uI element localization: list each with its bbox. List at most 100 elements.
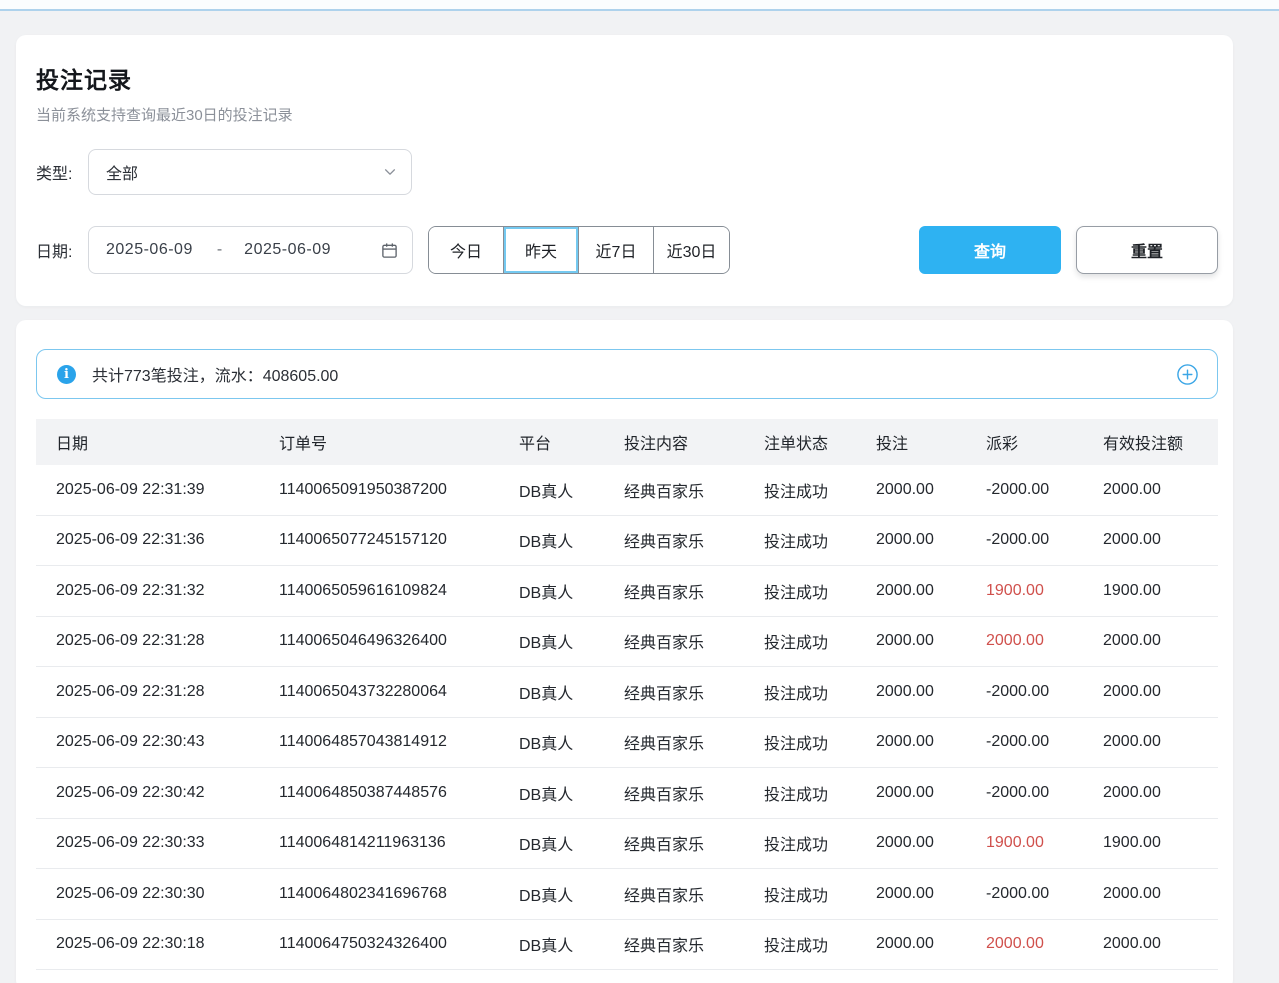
cell-order-id: 1140065059616109824: [259, 582, 499, 600]
cell-payout: -2000.00: [966, 885, 1083, 903]
table-body: 2025-06-09 22:31:391140065091950387200DB…: [36, 465, 1218, 970]
table-header-row: 日期订单号平台投注内容注单状态投注派彩有效投注额: [36, 419, 1218, 465]
cell-bet-amount: 2000.00: [856, 481, 966, 499]
type-filter-row: 类型: 全部: [36, 149, 1218, 195]
quick-range-today-button[interactable]: 今日: [429, 227, 504, 273]
column-header: 有效投注额: [1083, 430, 1218, 454]
cell-date: 2025-06-09 22:30:18: [36, 935, 259, 953]
cell-order-id: 1140064750324326400: [259, 935, 499, 953]
betting-records-page: 投注记录 当前系统支持查询最近30日的投注记录 类型: 全部 日期: 2025-…: [0, 11, 1279, 983]
cell-platform: DB真人: [499, 629, 604, 653]
cell-date: 2025-06-09 22:31:28: [36, 683, 259, 701]
quick-range-yesterday-button[interactable]: 昨天: [504, 227, 579, 273]
cell-payout: -2000.00: [966, 733, 1083, 751]
cell-order-id: 1140064814211963136: [259, 834, 499, 852]
cell-bet-amount: 2000.00: [856, 784, 966, 802]
table-row: 2025-06-09 22:30:431140064857043814912DB…: [36, 718, 1218, 769]
cell-order-id: 1140065043732280064: [259, 683, 499, 701]
cell-date: 2025-06-09 22:30:43: [36, 733, 259, 751]
cell-bet-content: 经典百家乐: [604, 528, 744, 552]
cell-order-status: 投注成功: [744, 781, 856, 805]
filters-card: 投注记录 当前系统支持查询最近30日的投注记录 类型: 全部 日期: 2025-…: [16, 35, 1233, 306]
cell-valid-bet-amount: 2000.00: [1083, 683, 1218, 701]
cell-date: 2025-06-09 22:30:33: [36, 834, 259, 852]
table-row: 2025-06-09 22:31:321140065059616109824DB…: [36, 566, 1218, 617]
cell-date: 2025-06-09 22:31:32: [36, 582, 259, 600]
cell-platform: DB真人: [499, 579, 604, 603]
column-header: 注单状态: [744, 430, 856, 454]
cell-payout: -2000.00: [966, 481, 1083, 499]
expand-plus-icon[interactable]: [1176, 363, 1199, 386]
cell-bet-amount: 2000.00: [856, 582, 966, 600]
reset-button[interactable]: 重置: [1076, 226, 1218, 274]
cell-valid-bet-amount: 1900.00: [1083, 582, 1218, 600]
quick-range-7days-button[interactable]: 近7日: [579, 227, 654, 273]
table-row: 2025-06-09 22:31:361140065077245157120DB…: [36, 516, 1218, 567]
quick-range-group: 今日 昨天 近7日 近30日: [428, 226, 730, 274]
cell-payout: 2000.00: [966, 935, 1083, 953]
column-header: 投注: [856, 430, 966, 454]
cell-payout: -2000.00: [966, 683, 1083, 701]
cell-order-status: 投注成功: [744, 680, 856, 704]
cell-order-status: 投注成功: [744, 478, 856, 502]
records-card: i 共计773笔投注，流水：408605.00 日期订单号平台投注内容注单状态投…: [16, 320, 1233, 983]
cell-order-status: 投注成功: [744, 831, 856, 855]
cell-bet-content: 经典百家乐: [604, 831, 744, 855]
cell-payout: 1900.00: [966, 582, 1083, 600]
table-row: 2025-06-09 22:30:181140064750324326400DB…: [36, 920, 1218, 971]
cell-bet-content: 经典百家乐: [604, 781, 744, 805]
top-border-strip: [0, 0, 1279, 11]
cell-bet-content: 经典百家乐: [604, 932, 744, 956]
cell-bet-content: 经典百家乐: [604, 579, 744, 603]
cell-order-status: 投注成功: [744, 882, 856, 906]
cell-order-id: 1140065046496326400: [259, 632, 499, 650]
date-separator: -: [217, 241, 222, 259]
table-row: 2025-06-09 22:31:281140065046496326400DB…: [36, 617, 1218, 668]
info-icon: i: [57, 365, 76, 384]
cell-bet-amount: 2000.00: [856, 531, 966, 549]
cell-platform: DB真人: [499, 781, 604, 805]
summary-banner: i 共计773笔投注，流水：408605.00: [36, 349, 1218, 399]
table-row: 2025-06-09 22:30:331140064814211963136DB…: [36, 819, 1218, 870]
cell-bet-amount: 2000.00: [856, 935, 966, 953]
column-header: 派彩: [966, 430, 1083, 454]
cell-order-id: 1140064857043814912: [259, 733, 499, 751]
page-subtitle: 当前系统支持查询最近30日的投注记录: [36, 104, 1218, 125]
date-start-value[interactable]: 2025-06-09: [106, 241, 193, 259]
cell-order-id: 1140065091950387200: [259, 481, 499, 499]
cell-bet-content: 经典百家乐: [604, 730, 744, 754]
cell-order-id: 1140064850387448576: [259, 784, 499, 802]
table-row: 2025-06-09 22:30:301140064802341696768DB…: [36, 869, 1218, 920]
type-label: 类型:: [36, 160, 88, 184]
query-button[interactable]: 查询: [919, 226, 1061, 274]
chevron-down-icon: [383, 165, 397, 179]
cell-bet-amount: 2000.00: [856, 632, 966, 650]
cell-bet-amount: 2000.00: [856, 683, 966, 701]
cell-order-id: 1140065077245157120: [259, 531, 499, 549]
column-header: 平台: [499, 430, 604, 454]
cell-valid-bet-amount: 2000.00: [1083, 733, 1218, 751]
cell-platform: DB真人: [499, 680, 604, 704]
cell-valid-bet-amount: 1900.00: [1083, 834, 1218, 852]
cell-platform: DB真人: [499, 932, 604, 956]
cell-payout: -2000.00: [966, 784, 1083, 802]
quick-range-30days-button[interactable]: 近30日: [654, 227, 729, 273]
cell-valid-bet-amount: 2000.00: [1083, 632, 1218, 650]
cell-valid-bet-amount: 2000.00: [1083, 885, 1218, 903]
cell-bet-amount: 2000.00: [856, 733, 966, 751]
page-title: 投注记录: [36, 61, 1218, 95]
type-select[interactable]: 全部: [88, 149, 412, 195]
cell-valid-bet-amount: 2000.00: [1083, 784, 1218, 802]
date-filter-row: 日期: 2025-06-09 - 2025-06-09 今日 昨天 近7日 近3…: [36, 226, 1218, 274]
cell-platform: DB真人: [499, 478, 604, 502]
cell-order-status: 投注成功: [744, 730, 856, 754]
date-range-input[interactable]: 2025-06-09 - 2025-06-09: [88, 226, 413, 274]
date-end-value[interactable]: 2025-06-09: [244, 241, 331, 259]
cell-platform: DB真人: [499, 730, 604, 754]
cell-date: 2025-06-09 22:30:30: [36, 885, 259, 903]
cell-order-status: 投注成功: [744, 932, 856, 956]
cell-platform: DB真人: [499, 882, 604, 906]
cell-platform: DB真人: [499, 528, 604, 552]
column-header: 订单号: [259, 430, 499, 454]
cell-order-id: 1140064802341696768: [259, 885, 499, 903]
